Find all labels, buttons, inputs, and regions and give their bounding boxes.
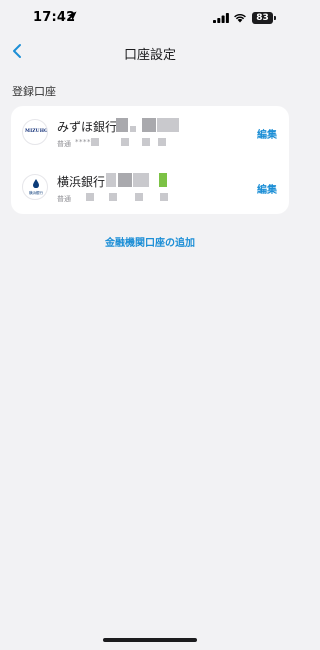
section-label: 登録口座	[12, 85, 56, 98]
battery-tip	[274, 16, 276, 20]
edit-button[interactable]: 編集	[257, 126, 277, 141]
redacted-block	[109, 193, 117, 201]
account-row-yokohama[interactable]: 横浜銀行 横浜銀行 普通 編集	[11, 160, 289, 214]
mizuho-logo: MIZUHO	[22, 119, 48, 145]
account-number-mask: ****	[75, 138, 91, 146]
redacted-block	[106, 173, 116, 187]
wifi-icon	[234, 13, 246, 23]
bank-name: 横浜銀行	[57, 175, 106, 189]
redacted-block	[158, 138, 166, 146]
account-type: 普通	[57, 140, 71, 148]
mizuho-logo-text: MIZUHO	[25, 129, 48, 134]
redacted-block	[116, 118, 128, 132]
redacted-block	[133, 173, 149, 187]
account-row-mizuho[interactable]: MIZUHO みずほ銀行 普通 **** 編集	[11, 106, 289, 160]
redacted-block	[130, 126, 136, 132]
signal-icon	[213, 13, 229, 23]
redacted-block	[142, 118, 156, 132]
location-arrow-icon	[67, 11, 77, 21]
add-bank-account-link[interactable]: 金融機関口座の追加	[0, 234, 300, 249]
redacted-block	[91, 138, 99, 146]
bank-name: みずほ銀行	[57, 120, 118, 134]
status-bar: 17:42 83	[0, 0, 300, 36]
home-indicator	[103, 638, 197, 642]
edit-button[interactable]: 編集	[257, 181, 277, 196]
yokohama-logo-text: 横浜銀行	[29, 191, 43, 195]
yokohama-logo: 横浜銀行	[22, 174, 48, 200]
redacted-block	[142, 138, 150, 146]
yokohama-drop-icon	[33, 179, 39, 188]
redacted-block	[159, 173, 167, 187]
redacted-block	[135, 193, 143, 201]
battery-icon: 83	[252, 12, 273, 24]
nav-bar: 口座設定	[0, 36, 300, 70]
redacted-block	[157, 118, 179, 132]
account-type: 普通	[57, 195, 71, 203]
accounts-card: MIZUHO みずほ銀行 普通 **** 編集 横浜銀行 横浜銀行 普通 編集	[11, 106, 289, 214]
redacted-block	[121, 138, 129, 146]
redacted-block	[118, 173, 132, 187]
redacted-block	[86, 193, 94, 201]
redacted-block	[160, 193, 168, 201]
page-title: 口座設定	[123, 48, 176, 63]
